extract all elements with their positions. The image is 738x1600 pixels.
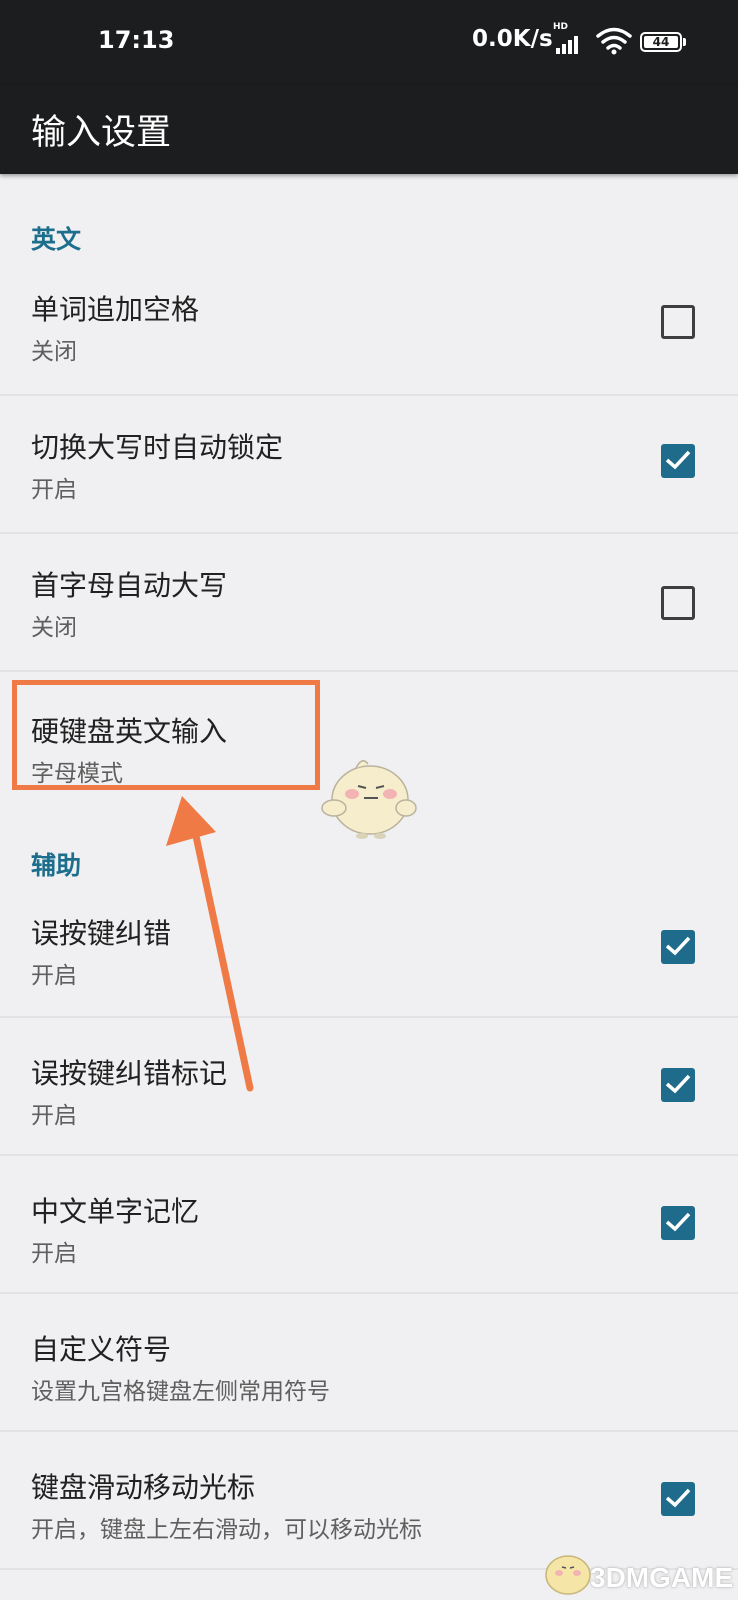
setting-title: 自定义符号 (31, 1333, 172, 1366)
setting-char-memory[interactable]: 中文单字记忆 开启 (0, 1156, 738, 1292)
setting-summary: 开启，键盘上左右滑动，可以移动光标 (31, 1517, 422, 1543)
checkmark-icon (665, 450, 691, 470)
cellular-signal-icon (556, 34, 586, 54)
checkmark-icon (665, 1488, 691, 1508)
setting-append-space[interactable]: 单词追加空格 关闭 (0, 260, 738, 394)
highlight-box (12, 680, 320, 790)
setting-slide-cursor[interactable]: 键盘滑动移动光标 开启，键盘上左右滑动，可以移动光标 (0, 1432, 738, 1568)
setting-title: 首字母自动大写 (31, 569, 228, 602)
checkbox-checked[interactable] (661, 1482, 695, 1516)
setting-summary: 开启 (31, 1241, 77, 1267)
checkmark-icon (665, 936, 691, 956)
setting-summary: 关闭 (31, 339, 77, 365)
checkbox-checked[interactable] (661, 1068, 695, 1102)
setting-summary: 关闭 (31, 615, 77, 641)
wifi-icon (596, 27, 632, 55)
hd-badge: HD (553, 22, 569, 32)
setting-summary: 开启 (31, 477, 77, 503)
section-header-assist: 辅助 (31, 851, 82, 880)
setting-summary: 开启 (31, 963, 77, 989)
network-speed: 0.0K/s (472, 26, 553, 52)
setting-title: 误按键纠错 (31, 917, 172, 950)
watermark-mascot-icon (545, 1555, 591, 1595)
checkbox-unchecked[interactable] (661, 305, 695, 339)
checkbox-checked[interactable] (661, 1206, 695, 1240)
setting-caps-lock[interactable]: 切换大写时自动锁定 开启 (0, 396, 738, 532)
checkbox-unchecked[interactable] (661, 586, 695, 620)
battery-tip (683, 38, 686, 46)
checkmark-icon (665, 1074, 691, 1094)
page-title: 输入设置 (31, 113, 172, 153)
setting-title: 单词追加空格 (31, 293, 200, 326)
setting-typo-mark[interactable]: 误按键纠错标记 开启 (0, 1018, 738, 1154)
checkbox-checked[interactable] (661, 930, 695, 964)
watermark-text: 3DMGAME (590, 1562, 734, 1593)
status-bar: 17:13 0.0K/s HD 44 (0, 0, 738, 86)
setting-title: 切换大写时自动锁定 (31, 431, 284, 464)
app-bar: 输入设置 (0, 86, 738, 174)
checkbox-checked[interactable] (661, 444, 695, 478)
mascot-sticker-icon (321, 760, 417, 839)
annotation-arrow-icon (166, 796, 254, 1092)
checkmark-icon (665, 1212, 691, 1232)
setting-custom-symbols[interactable]: 自定义符号 设置九宫格键盘左侧常用符号 (0, 1294, 738, 1430)
battery-icon: 44 (640, 32, 682, 52)
section-header-english: 英文 (31, 225, 82, 254)
setting-summary: 开启 (31, 1103, 77, 1129)
setting-title: 键盘滑动移动光标 (31, 1471, 256, 1504)
setting-typo-correction[interactable]: 误按键纠错 开启 (0, 880, 738, 1016)
setting-auto-capitalize[interactable]: 首字母自动大写 关闭 (0, 534, 738, 670)
status-time: 17:13 (98, 26, 175, 54)
setting-summary: 设置九宫格键盘左侧常用符号 (31, 1379, 330, 1405)
battery-level: 44 (644, 36, 678, 48)
setting-title: 中文单字记忆 (31, 1195, 200, 1228)
